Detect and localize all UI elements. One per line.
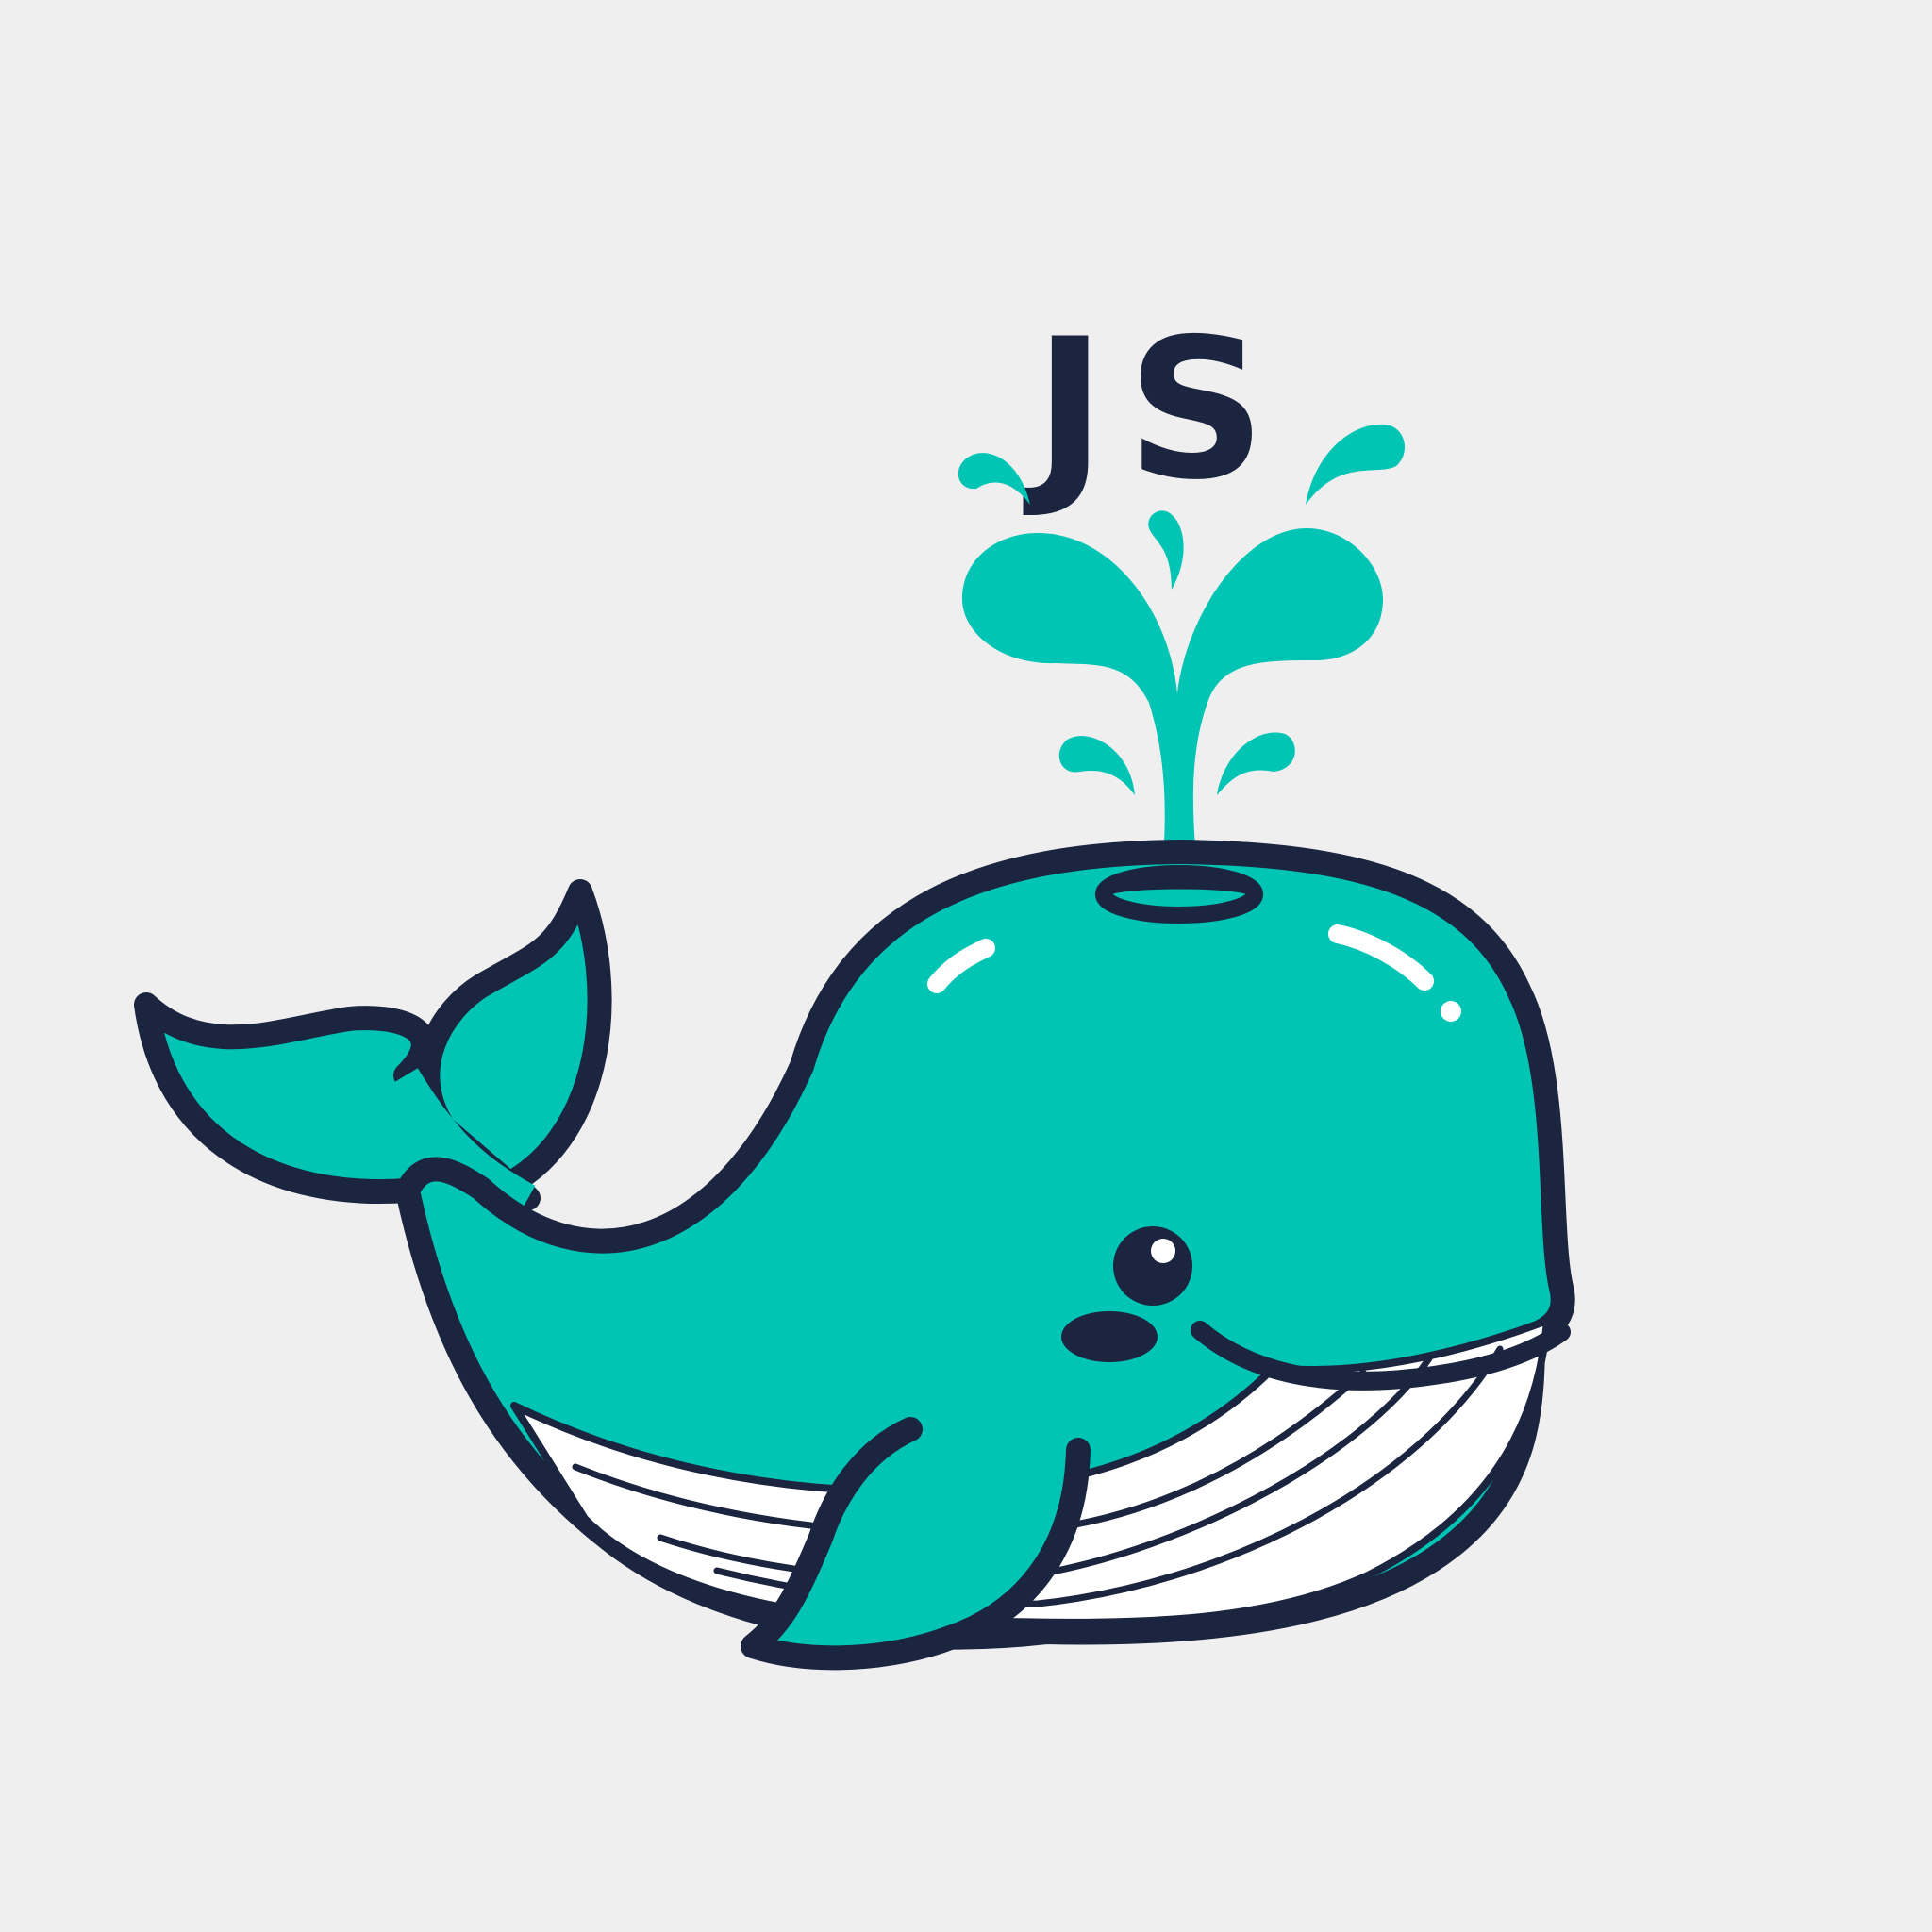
blowhole [1095,865,1263,924]
whale-icon [134,840,1575,1671]
whale-cheek [1061,1311,1158,1362]
logo-text: JS [1023,298,1287,523]
whale-logo-illustration: JS [134,298,1575,1671]
whale-tail [134,879,612,1211]
whale-eye [1113,1226,1192,1306]
highlight-dot [1441,1001,1461,1022]
